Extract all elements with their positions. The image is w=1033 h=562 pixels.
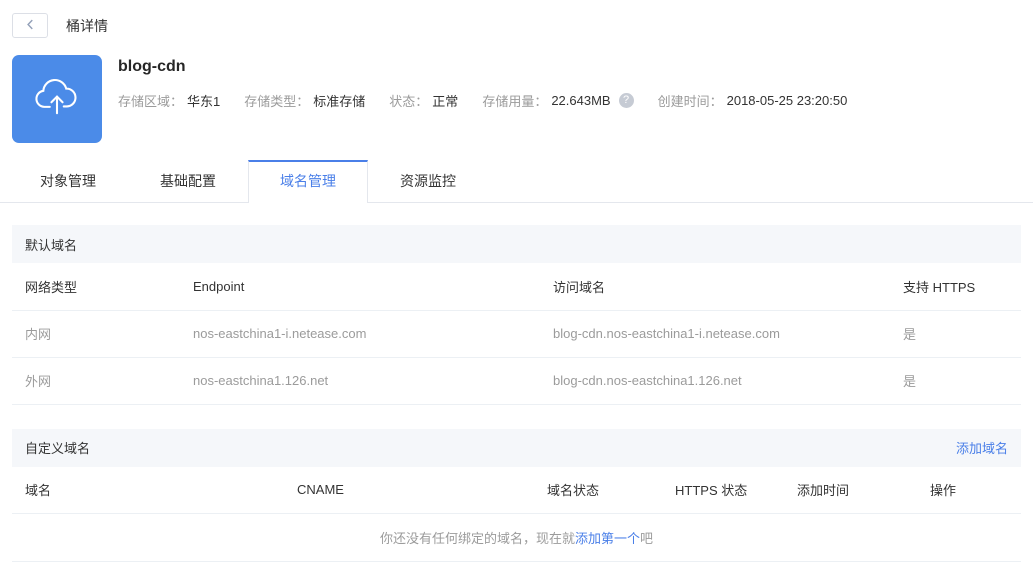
info-status: 状态： 正常 (389, 91, 458, 110)
col-access-domain: 访问域名 (540, 263, 890, 311)
bucket-header: blog-cdn 存储区域： 华东1 存储类型： 标准存储 状态： 正常 存储用… (12, 55, 1021, 143)
empty-state-text: 你还没有任何绑定的域名，现在就 (379, 531, 575, 546)
tab-object-management[interactable]: 对象管理 (8, 160, 128, 202)
section-title: 默认域名 (25, 237, 78, 253)
empty-state-row: 你还没有任何绑定的域名，现在就添加第一个吧 (12, 513, 1021, 562)
bucket-info-line: 存储区域： 华东1 存储类型： 标准存储 状态： 正常 存储用量： 22.643… (118, 91, 871, 110)
empty-state-suffix: 吧 (640, 531, 654, 546)
info-region: 存储区域： 华东1 (118, 94, 221, 109)
col-domain-status: 域名状态 (534, 466, 662, 514)
back-button[interactable] (12, 13, 48, 38)
chevron-left-icon (25, 17, 36, 35)
tab-domain-management[interactable]: 域名管理 (248, 160, 368, 203)
custom-domain-table: 域名 CNAME 域名状态 HTTPS 状态 添加时间 操作 你还没有任何绑定的… (12, 466, 1021, 562)
col-add-time: 添加时间 (784, 466, 917, 514)
table-row: 内网 nos-eastchina1-i.netease.com blog-cdn… (12, 310, 1021, 358)
bucket-meta: blog-cdn 存储区域： 华东1 存储类型： 标准存储 状态： 正常 存储用… (118, 55, 871, 143)
info-created: 创建时间： 2018-05-25 23:20:50 (657, 93, 848, 109)
custom-domain-section-header: 自定义域名 添加域名 (12, 428, 1021, 467)
page-title: 桶详情 (66, 17, 108, 34)
default-domain-table: 网络类型 Endpoint 访问域名 支持 HTTPS 内网 nos-eastc… (12, 263, 1021, 405)
section-title: 自定义域名 (25, 441, 91, 456)
tab-basic-config[interactable]: 基础配置 (128, 160, 248, 202)
bucket-detail-page: 桶详情 blog-cdn 存储区域： 华东1 存储类型： 标准存储 状态： 正常… (0, 0, 1033, 562)
col-cname: CNAME (284, 466, 534, 514)
col-https-support: 支持 HTTPS (890, 263, 1021, 311)
table-header-row: 域名 CNAME 域名状态 HTTPS 状态 添加时间 操作 (12, 466, 1021, 514)
bucket-name: blog-cdn (118, 58, 186, 75)
col-domain: 域名 (12, 466, 284, 514)
table-row: 外网 nos-eastchina1.126.net blog-cdn.nos-e… (12, 357, 1021, 405)
info-usage: 存储用量： 22.643MB ? (482, 91, 634, 110)
col-actions: 操作 (917, 466, 1021, 514)
tab-resource-monitor[interactable]: 资源监控 (368, 160, 488, 202)
add-domain-button[interactable]: 添加域名 (956, 438, 1008, 457)
empty-state: 你还没有任何绑定的域名，现在就添加第一个吧 (12, 513, 1021, 562)
tab-bar: 对象管理 基础配置 域名管理 资源监控 (0, 160, 1033, 203)
info-storage-type: 存储类型： 标准存储 (244, 94, 366, 109)
col-network-type: 网络类型 (12, 263, 180, 311)
default-domain-section-header: 默认域名 (12, 225, 1021, 263)
status-value: 正常 (432, 94, 459, 109)
default-domain-section: 默认域名 网络类型 Endpoint 访问域名 支持 HTTPS 内网 nos-… (12, 225, 1021, 405)
bucket-icon (12, 55, 102, 143)
col-endpoint: Endpoint (180, 263, 540, 311)
col-https-status: HTTPS 状态 (662, 466, 784, 514)
cloud-upload-icon (30, 70, 84, 129)
add-first-domain-link[interactable]: 添加第一个 (575, 531, 640, 546)
topbar: 桶详情 (0, 0, 1033, 38)
custom-domain-section: 自定义域名 添加域名 域名 CNAME 域名状态 HTTPS 状态 添加时间 操… (12, 428, 1021, 562)
table-header-row: 网络类型 Endpoint 访问域名 支持 HTTPS (12, 263, 1021, 311)
question-circle-icon[interactable]: ? (618, 93, 634, 108)
